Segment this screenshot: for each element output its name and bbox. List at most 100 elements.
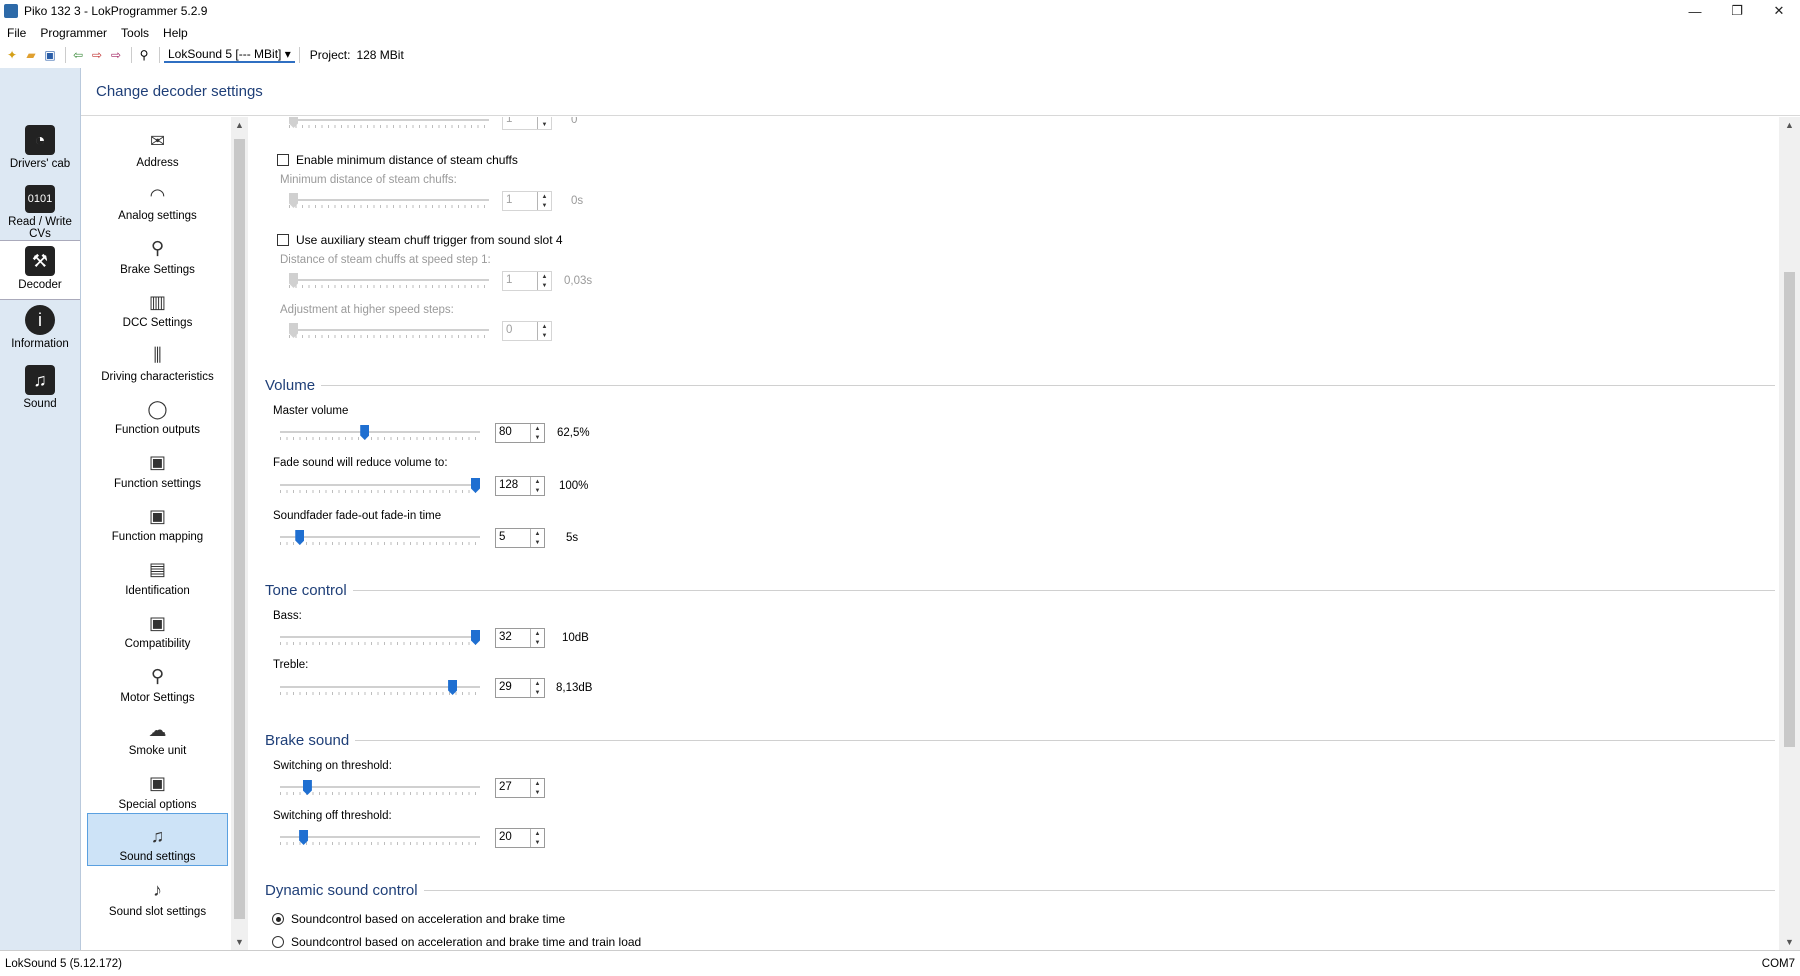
radio-button[interactable] xyxy=(272,936,284,948)
chuff-distance-spinner[interactable]: 1 ▲ ▼ xyxy=(502,271,552,291)
checkbox-box[interactable] xyxy=(277,234,289,246)
category-decoder[interactable]: ⚒ Decoder xyxy=(0,240,80,300)
new-file-icon[interactable]: ✦ xyxy=(4,47,20,63)
switch-on-spinner[interactable]: 27 ▲ ▼ xyxy=(495,778,545,798)
category-drivers-cab[interactable]: ◔ Drivers' cab xyxy=(0,120,80,180)
motor-icon: ⚲ xyxy=(150,666,165,686)
id-card-icon: ▤ xyxy=(148,559,166,579)
chuff-distance-slider[interactable] xyxy=(289,273,489,288)
menu-help[interactable]: Help xyxy=(156,26,195,40)
settings-item-identification[interactable]: ▤ Identification xyxy=(87,545,228,599)
settings-item-label: DCC Settings xyxy=(122,317,193,329)
scroll-down-arrow[interactable]: ▼ xyxy=(231,934,248,950)
settings-item-driving-characteristics[interactable]: ⫼ Driving characteristics xyxy=(87,331,228,385)
dynamic-sound-group: Dynamic sound control xyxy=(265,882,1775,899)
toolbar-separator xyxy=(298,47,300,63)
close-button[interactable]: ✕ xyxy=(1758,0,1800,22)
scroll-up-arrow[interactable]: ▲ xyxy=(1779,117,1800,133)
master-volume-spinner[interactable]: 80 ▲ ▼ xyxy=(495,423,545,443)
project-size: 128 MBit xyxy=(356,48,404,62)
settings-item-label: Sound slot settings xyxy=(108,905,207,918)
master-volume-slider[interactable] xyxy=(280,425,480,440)
dynamic-sound-title: Dynamic sound control xyxy=(265,882,424,899)
settings-item-brake-settings[interactable]: ⚲ Brake Settings xyxy=(87,224,228,278)
fade-volume-spinner[interactable]: 128 ▲ ▼ xyxy=(495,476,545,496)
category-information[interactable]: i Information xyxy=(0,300,80,360)
settings-panel-scrollbar[interactable]: ▲ ▼ xyxy=(1779,117,1800,950)
decoder-test-icon[interactable]: ⚲ xyxy=(136,47,152,63)
settings-item-label: Smoke unit xyxy=(128,745,187,757)
save-icon[interactable]: ▣ xyxy=(42,47,58,63)
wrench-icon: ⚒ xyxy=(25,246,55,276)
steam-top-spinner[interactable]: 1▲▼ xyxy=(502,117,552,130)
treble-slider[interactable] xyxy=(280,680,480,695)
write-decoder-icon[interactable]: ⇨ xyxy=(89,47,105,63)
adjustment-spinner[interactable]: 0 ▲ ▼ xyxy=(502,321,552,341)
fade-volume-unit: 100% xyxy=(559,480,589,492)
scrollbar-thumb[interactable] xyxy=(234,139,245,919)
settings-item-function-settings[interactable]: ▣ Function settings xyxy=(87,438,228,492)
min-distance-slider[interactable] xyxy=(289,193,489,208)
settings-item-special-options[interactable]: ▣ Special options xyxy=(87,759,228,813)
settings-item-function-mapping[interactable]: ▣ Function mapping xyxy=(87,492,228,546)
settings-item-sound-slot-settings[interactable]: ♪ Sound slot settings xyxy=(87,866,228,920)
checkbox-box[interactable] xyxy=(277,154,289,166)
decoder-type-select[interactable]: LokSound 5 [--- MBit] ▾ xyxy=(164,47,295,63)
settings-item-dcc-settings[interactable]: ▥ DCC Settings xyxy=(87,278,228,332)
open-folder-icon[interactable]: ▰ xyxy=(23,47,39,63)
settings-list-scrollbar[interactable]: ▲ ▼ xyxy=(231,117,248,950)
soundfader-slider[interactable] xyxy=(280,530,480,545)
switch-on-slider[interactable] xyxy=(280,780,480,795)
options-icon: ▣ xyxy=(148,773,166,793)
soundcontrol-option-accel[interactable]: Soundcontrol based on acceleration and b… xyxy=(272,912,565,926)
switch-off-spinner[interactable]: 20 ▲ ▼ xyxy=(495,828,545,848)
settings-item-smoke-unit[interactable]: ☁ Smoke unit xyxy=(87,706,228,760)
treble-spinner[interactable]: 29 ▲ ▼ xyxy=(495,678,545,698)
chuff-distance-unit: 0,03s xyxy=(564,275,593,287)
min-distance-checkbox[interactable]: Enable minimum distance of steam chuffs xyxy=(277,153,518,167)
adjustment-slider[interactable] xyxy=(289,323,489,338)
steam-top-slider[interactable] xyxy=(289,117,489,128)
soundcontrol-option-load[interactable]: Soundcontrol based on acceleration and b… xyxy=(272,935,641,949)
aux-trigger-checkbox[interactable]: Use auxiliary steam chuff trigger from s… xyxy=(277,233,563,247)
scrollbar-thumb[interactable] xyxy=(1784,272,1795,747)
settings-item-analog-settings[interactable]: ◠ Analog settings xyxy=(87,171,228,225)
menu-file[interactable]: File xyxy=(0,26,33,40)
menu-programmer[interactable]: Programmer xyxy=(33,26,114,40)
scroll-down-arrow[interactable]: ▼ xyxy=(1779,934,1800,950)
category-read-write-cvs[interactable]: 0101 Read / Write CVs xyxy=(0,180,80,240)
fade-volume-slider[interactable] xyxy=(280,478,480,493)
switch-off-slider[interactable] xyxy=(280,830,480,845)
title-bar: Piko 132 3 - LokProgrammer 5.2.9 — ❐ ✕ xyxy=(0,0,1800,22)
music-icon: ♫ xyxy=(25,365,55,395)
toolbar-separator xyxy=(131,47,132,63)
settings-item-address[interactable]: ✉ Address xyxy=(87,117,228,171)
bass-spinner[interactable]: 32 ▲ ▼ xyxy=(495,628,545,648)
soundfader-spinner[interactable]: 5 ▲ ▼ xyxy=(495,528,545,548)
min-distance-label: Minimum distance of steam chuffs: xyxy=(280,174,457,186)
menu-tools[interactable]: Tools xyxy=(114,26,156,40)
radio-button[interactable] xyxy=(272,913,284,925)
write-sound-icon[interactable]: ⇨ xyxy=(108,47,124,63)
master-volume-label: Master volume xyxy=(273,405,349,417)
bass-unit: 10dB xyxy=(562,632,589,644)
settings-item-label: Driving characteristics xyxy=(101,370,214,383)
window-title: Piko 132 3 - LokProgrammer 5.2.9 xyxy=(24,4,208,18)
chuff-distance-label: Distance of steam chuffs at speed step 1… xyxy=(280,254,491,266)
settings-item-sound-settings[interactable]: ♫ Sound settings xyxy=(87,812,228,866)
decoder-version-status: LokSound 5 (5.12.172) xyxy=(5,957,123,970)
envelope-icon: ✉ xyxy=(149,131,166,151)
brake-sound-title: Brake sound xyxy=(265,732,356,749)
settings-item-motor-settings[interactable]: ⚲ Motor Settings xyxy=(87,652,228,706)
read-decoder-icon[interactable]: ⇦ xyxy=(70,47,86,63)
bass-slider[interactable] xyxy=(280,630,480,645)
category-sound[interactable]: ♫ Sound xyxy=(0,360,80,420)
category-label: Drivers' cab xyxy=(9,158,71,170)
settings-item-label: Special options xyxy=(118,798,197,811)
scroll-up-arrow[interactable]: ▲ xyxy=(231,117,248,133)
restore-button[interactable]: ❐ xyxy=(1716,0,1758,22)
settings-item-function-outputs[interactable]: ◯ Function outputs xyxy=(87,385,228,439)
minimize-button[interactable]: — xyxy=(1674,0,1716,22)
settings-item-compatibility[interactable]: ▣ Compatibility xyxy=(87,599,228,653)
min-distance-spinner[interactable]: 1 ▲ ▼ xyxy=(502,191,552,211)
